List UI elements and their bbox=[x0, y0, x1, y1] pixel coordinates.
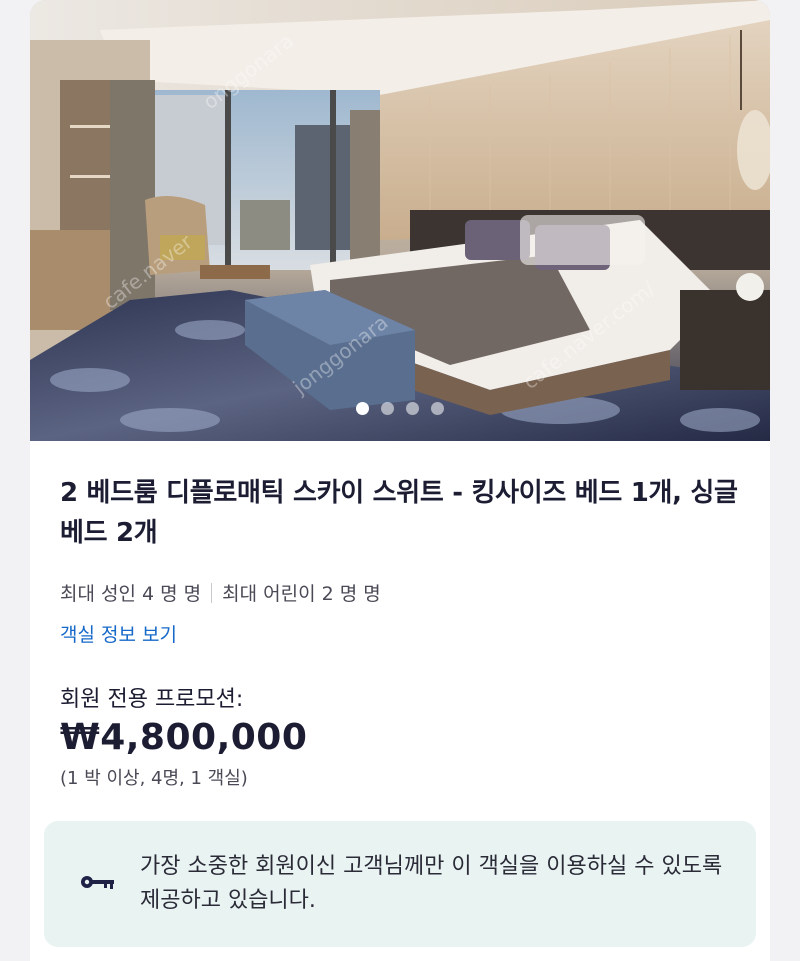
carousel-dot-3[interactable] bbox=[406, 402, 419, 415]
divider bbox=[211, 582, 213, 603]
price-note: (1 박 이상, 4명, 1 객실) bbox=[60, 768, 248, 789]
occupancy-info: 최대 성인 4 명 명 최대 어린이 2 명 명 bbox=[60, 579, 740, 606]
member-notice: 가장 소중한 회원이신 고객님께만 이 객실을 이용하실 수 있도록 제공하고 … bbox=[44, 821, 756, 947]
room-photo-carousel[interactable]: onggonara cafe.naver jonggonara cafe.nav… bbox=[30, 0, 770, 441]
key-icon bbox=[80, 873, 120, 895]
carousel-dot-2[interactable] bbox=[381, 402, 394, 415]
max-adults: 최대 성인 4 명 명 bbox=[60, 583, 202, 605]
carousel-dot-1[interactable] bbox=[356, 402, 369, 415]
room-card: onggonara cafe.naver jonggonara cafe.nav… bbox=[30, 0, 770, 961]
room-details-link[interactable]: 객실 정보 보기 bbox=[60, 620, 740, 647]
max-children: 최대 어린이 2 명 명 bbox=[222, 583, 381, 605]
carousel-dots bbox=[30, 402, 770, 415]
room-title: 2 베드룸 디플로매틱 스카이 스위트 - 킹사이즈 베드 1개, 싱글 베드 … bbox=[60, 478, 738, 548]
carousel-dot-4[interactable] bbox=[431, 402, 444, 415]
hotel-room-photo: onggonara cafe.naver jonggonara cafe.nav… bbox=[30, 0, 770, 441]
price: ₩4,800,000 bbox=[60, 717, 308, 758]
notice-text: 가장 소중한 회원이신 고객님께만 이 객실을 이용하실 수 있도록 제공하고 … bbox=[140, 854, 723, 913]
promo-label: 회원 전용 프로모션: bbox=[60, 687, 244, 712]
